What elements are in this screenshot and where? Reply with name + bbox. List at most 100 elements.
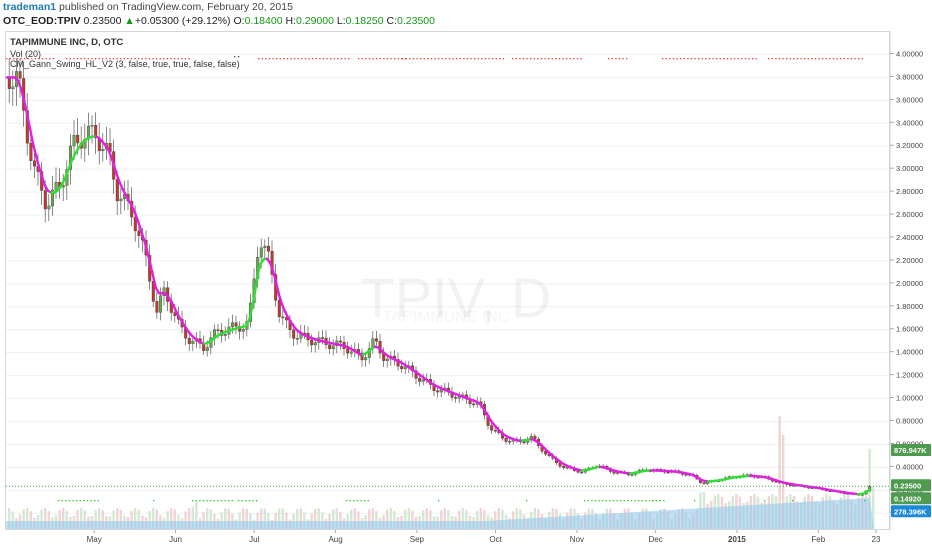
swing-dot-red (573, 58, 575, 60)
low-price-badge-bg (891, 492, 931, 505)
swing-dot-red (333, 58, 335, 60)
swing-dot-green (68, 500, 71, 502)
swing-dot-red (551, 58, 553, 60)
close-value: 0.23500 (397, 15, 435, 27)
indicator-legend[interactable]: CM_Gann_Swing_HL_V2 (3, false, true, tru… (10, 59, 240, 69)
swing-dot-green (224, 500, 226, 502)
swing-dot-red (272, 58, 274, 60)
swing-dot-red (741, 58, 743, 60)
swing-dot-green (627, 500, 629, 502)
swing-dot-red (337, 58, 339, 60)
swing-dot-red (312, 58, 314, 60)
candle-body (230, 322, 234, 328)
swing-dot-red (555, 58, 557, 60)
time-tick-label: Dec (649, 535, 663, 544)
swing-dot-red (768, 58, 770, 60)
swing-dot-green (72, 500, 74, 502)
swing-dot-red (771, 58, 773, 60)
swing-dot-red (793, 58, 795, 60)
last-price-badge-bg (891, 479, 931, 492)
time-tick-label: 2015 (728, 535, 746, 544)
swing-dot-red (402, 58, 404, 60)
swing-dot-green (694, 500, 696, 502)
chart-panel[interactable]: TPIV, D TAPIMMUNE INC TAPIMMUNE INC, D, O… (5, 31, 890, 530)
swing-dot-red (258, 58, 260, 60)
swing-dot-green (97, 500, 99, 502)
swing-dot-red (515, 58, 517, 60)
swing-dot-red (822, 58, 824, 60)
swing-dot-green (648, 500, 651, 502)
swing-dot-green (792, 500, 794, 502)
swing-dot-green (220, 500, 223, 502)
swing-dot-green (609, 500, 611, 502)
swing-dot-red (394, 58, 396, 60)
time-tick-label: Feb (811, 535, 825, 544)
price-chart[interactable]: TPIV, DTAPIMMUNE INC (6, 32, 890, 530)
price-change: +0.05300 (+29.12%) (134, 15, 231, 27)
candle-body (490, 425, 494, 431)
swing-dot-green (602, 500, 604, 502)
swing-dot-red (748, 58, 750, 60)
candle-body (421, 379, 425, 382)
swing-dot-red (829, 58, 831, 60)
candle-body (313, 342, 317, 346)
candle-body (90, 125, 94, 127)
swing-dot-red (811, 58, 813, 60)
symbol-name[interactable]: OTC_EOD:TPIV (3, 15, 81, 27)
swing-dot-red (423, 58, 425, 60)
swing-dot-red (372, 58, 374, 60)
candle-body (400, 365, 404, 370)
swing-dot-red (361, 58, 363, 60)
swing-dot-green (206, 500, 208, 502)
swing-dot-red (701, 58, 703, 60)
swing-dot-green (652, 500, 654, 502)
swing-dot-green (663, 500, 665, 502)
swing-dot-red (379, 58, 381, 60)
swing-dot-green (655, 500, 657, 502)
swing-dot-green (195, 500, 197, 502)
swing-dot-red (397, 58, 399, 60)
swing-dot-red (286, 58, 289, 60)
time-tick-label: May (87, 535, 102, 544)
candle-body (187, 337, 191, 344)
candle-body (321, 337, 325, 339)
swing-dot-green (360, 500, 362, 502)
candle-body (328, 344, 332, 350)
swing-dot-red (322, 58, 325, 60)
volume-badge: 876.947K (891, 444, 931, 456)
swing-dot-red (676, 58, 678, 60)
candle-body (403, 366, 407, 370)
publish-info: published on TradingView.com, February 2… (59, 1, 293, 13)
swing-dot-green (612, 500, 615, 502)
candle-body (191, 340, 195, 344)
swing-dot-red (665, 58, 667, 60)
swing-dot-red (576, 58, 579, 60)
candle-body (158, 295, 162, 313)
candle-body (310, 339, 314, 346)
swing-dot-green (58, 500, 60, 502)
swing-dot-red (775, 58, 777, 60)
volume-ma-badge-bg (891, 505, 931, 518)
price-tick-label: 0.80000 (896, 417, 923, 426)
swing-dot-red (304, 58, 307, 60)
swing-dot-green (228, 500, 230, 502)
candle-body (508, 441, 512, 443)
close-label: C: (386, 15, 398, 27)
swing-dot-green (638, 500, 640, 502)
candle-body (241, 329, 245, 332)
candle-body (18, 71, 22, 79)
swing-dot-red (438, 58, 440, 60)
swing-dot-green (217, 500, 219, 502)
candle-body (72, 134, 76, 147)
swing-dot-red (548, 58, 550, 60)
swing-line-segment (34, 154, 41, 168)
swing-dot-red (818, 58, 820, 60)
swing-dot-green (364, 500, 366, 502)
swing-dot-red (390, 58, 392, 60)
candle-body (364, 357, 368, 361)
volume-legend[interactable]: Vol (20) (10, 49, 41, 59)
author-link[interactable]: trademan1 (3, 1, 56, 13)
swing-dot-green (83, 500, 85, 502)
price-tick-label: 1.60000 (896, 325, 923, 334)
swing-dot-red (861, 58, 863, 60)
